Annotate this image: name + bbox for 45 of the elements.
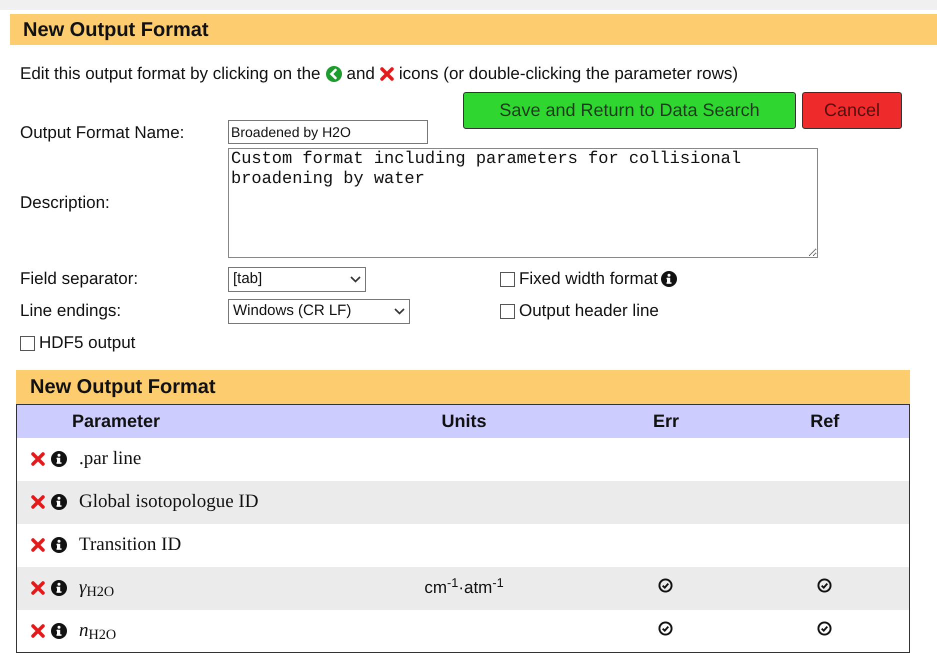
info-icon[interactable]	[51, 580, 67, 596]
parameter-name: .par line	[79, 446, 142, 471]
section-header: New Output Format	[10, 14, 937, 45]
parameter-name: γ$_{H2O}$	[79, 576, 114, 602]
column-header: Units	[336, 404, 592, 438]
parameter-row[interactable]: Transition ID	[16, 524, 910, 566]
line-endings-select[interactable]: Windows (CR LF)	[228, 298, 410, 324]
table-title: New Output Format	[16, 370, 910, 404]
parameter-name: n$_{H2O}$	[79, 618, 116, 645]
description-field[interactable]: Custom format including parameters for collisional broadening by water	[228, 148, 818, 258]
units-text: cm$^{-1}$·atm$^{-1}$	[424, 578, 504, 598]
caret-icon	[350, 276, 361, 282]
column-header: Parameter	[16, 404, 336, 438]
close-icon[interactable]	[31, 538, 45, 552]
column-header: Ref	[740, 404, 910, 438]
parameter-name: Transition ID	[79, 532, 182, 557]
checkbox[interactable]	[500, 304, 515, 318]
close-icon[interactable]	[31, 452, 45, 466]
caret-icon	[394, 308, 405, 314]
info-icon[interactable]	[51, 537, 67, 553]
close-icon[interactable]	[31, 495, 45, 509]
field-label: Line endings:	[20, 300, 122, 322]
intro-text: Edit this output format by clicking on the and icons (or double-clicking the parameter rows)	[20, 63, 740, 85]
info-icon[interactable]	[51, 494, 67, 510]
save-button[interactable]: Save and Return to Data Search	[463, 92, 796, 128]
field-label: Output Format Name:	[20, 122, 186, 144]
checkbox-label: HDF5 output	[39, 332, 136, 354]
separator-select[interactable]: [tab]	[228, 266, 366, 292]
checkbox-label: Fixed width format	[519, 268, 658, 290]
info-icon[interactable]	[51, 622, 67, 639]
close-icon[interactable]	[31, 581, 45, 595]
info-icon[interactable]	[660, 271, 677, 287]
column-header: Err	[592, 404, 740, 438]
checkbox[interactable]	[500, 272, 515, 286]
field-label: Field separator:	[20, 268, 140, 290]
info-icon[interactable]	[51, 451, 67, 467]
checkbox[interactable]	[20, 336, 35, 350]
parameter-row[interactable]: n$_{H2O}$	[16, 610, 910, 652]
input-field[interactable]: Broadened by H2O	[228, 120, 428, 144]
close-icon[interactable]	[31, 624, 45, 638]
parameter-name: Global isotopologue ID	[79, 490, 258, 514]
checkbox-label: Output header line	[519, 300, 659, 322]
close-icon[interactable]	[380, 66, 394, 81]
field-label: Description:	[20, 192, 111, 214]
parameter-row[interactable]: .par line	[16, 438, 910, 480]
